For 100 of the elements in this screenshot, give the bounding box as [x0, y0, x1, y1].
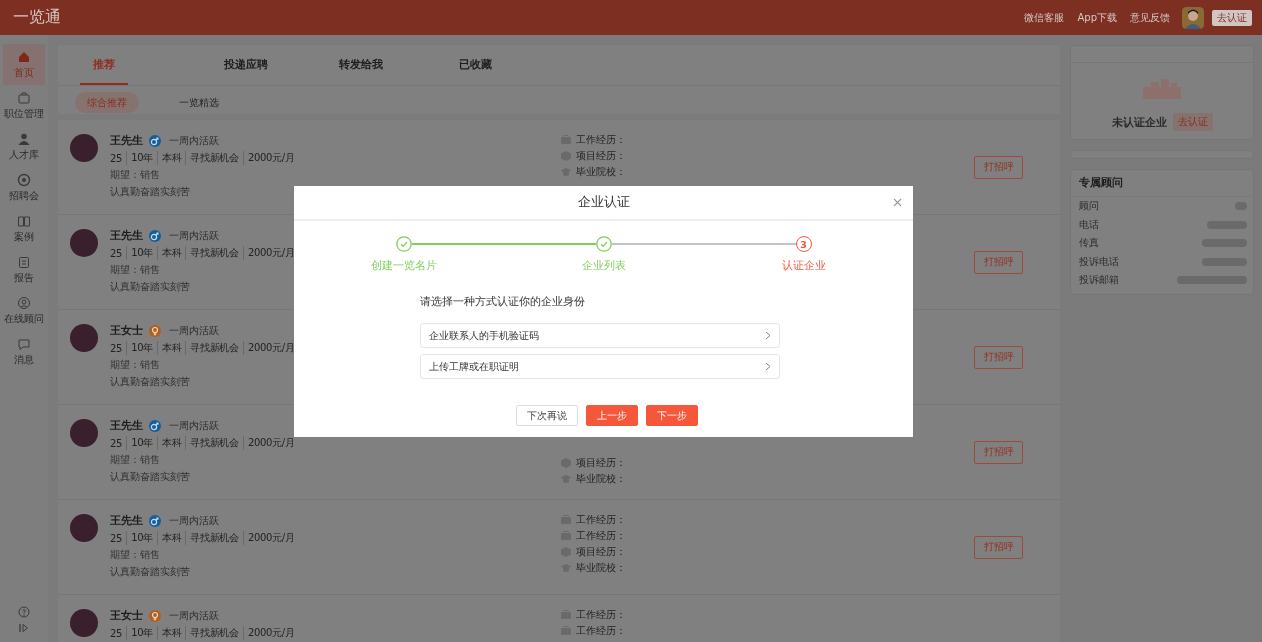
male-icon	[149, 135, 161, 147]
candidate-stat: 2000元/月	[242, 626, 295, 640]
collapse-icon[interactable]	[18, 622, 30, 634]
help-icon	[18, 606, 30, 618]
experience-label: 工作经历：	[576, 133, 626, 147]
tab[interactable]: 投递应聘	[188, 45, 303, 85]
field-label: 投诉邮箱	[1079, 273, 1119, 288]
greet-button[interactable]: 打招呼	[974, 535, 1023, 559]
chat-icon	[17, 336, 31, 351]
candidate-stat: 寻找新机会	[185, 436, 239, 450]
sidebar-item[interactable]: 人才库	[3, 126, 45, 167]
verify-button[interactable]: 去认证	[1212, 9, 1252, 26]
candidate-stat: 25	[110, 152, 123, 164]
sidebar-item[interactable]: 在线顾问	[3, 290, 45, 331]
verify-option[interactable]: 上传工牌或在职证明	[420, 354, 780, 379]
candidate-motto: 认真勤奋踏实刻苦	[110, 185, 190, 199]
candidate-name: 王先生	[110, 419, 143, 433]
sidebar-item[interactable]: 消息	[3, 331, 45, 372]
ball-icon	[17, 172, 31, 187]
avatar	[70, 609, 98, 637]
field-label: 电话	[1079, 217, 1099, 232]
candidate-stat: 2000元/月	[242, 151, 295, 165]
person-icon	[17, 131, 31, 146]
step-label: 认证企业	[781, 258, 826, 273]
sidebar-item[interactable]: 职位管理	[3, 85, 45, 126]
candidate-stat: 10年	[126, 246, 153, 260]
candidate-stat: 10年	[126, 531, 153, 545]
candidate-motto: 认真勤奋踏实刻苦	[110, 565, 190, 579]
sidebar-item[interactable]: 首页	[3, 44, 45, 85]
candidate-name: 王先生	[110, 134, 143, 148]
greet-button[interactable]: 打招呼	[974, 155, 1023, 179]
candidate-stat: 寻找新机会	[185, 626, 239, 640]
expected-job: 期望：销售	[110, 358, 160, 372]
option-label: 上传工牌或在职证明	[429, 359, 519, 374]
candidate-name: 王女士	[110, 609, 143, 623]
avatar-icon[interactable]	[1182, 6, 1204, 29]
experience-label: 项目经历：	[576, 149, 626, 163]
candidate-stat: 本科	[156, 531, 182, 545]
sidebar-item[interactable]: 报告	[3, 249, 45, 290]
candidate-stat: 10年	[126, 626, 153, 640]
candidate-stat: 10年	[126, 341, 153, 355]
candidate-stat: 25	[110, 532, 123, 544]
step-label: 企业列表	[581, 258, 626, 273]
header-link[interactable]: 意见反馈	[1130, 10, 1170, 25]
avatar	[70, 229, 98, 257]
experience-label: 项目经历：	[576, 545, 626, 559]
experience-label: 毕业院校：	[576, 165, 626, 179]
candidate-stat: 寻找新机会	[185, 531, 239, 545]
experience-label: 工作经历：	[576, 513, 626, 527]
candidate-stat: 25	[110, 627, 123, 639]
dialog-button[interactable]: 下一步	[645, 405, 698, 426]
option-label: 企业联系人的手机验证码	[429, 328, 539, 343]
candidate-stat: 本科	[156, 436, 182, 450]
dialog-button[interactable]: 下次再说	[515, 405, 578, 426]
tab[interactable]: 转发给我	[303, 45, 418, 85]
logo[interactable]: 一览通	[13, 7, 1012, 28]
tab[interactable]: 推荐	[80, 45, 128, 85]
candidate-stat: 本科	[156, 341, 182, 355]
candidate-stat: 本科	[156, 626, 182, 640]
experience-label: 项目经历：	[576, 456, 626, 470]
chevron-icon	[765, 362, 771, 371]
candidate-name: 王女士	[110, 324, 143, 338]
candidate-stat: 寻找新机会	[185, 246, 239, 260]
tab[interactable]: 已收藏	[418, 45, 533, 85]
female-icon	[149, 325, 161, 337]
field-label: 投诉电话	[1079, 254, 1119, 269]
expected-job: 期望：销售	[110, 263, 160, 277]
candidate-stat: 25	[110, 247, 123, 259]
clipboard-icon	[17, 254, 31, 269]
experience-label: 工作经历：	[576, 624, 626, 638]
filter-tab[interactable]: 综合推荐	[75, 92, 139, 113]
candidate-stat: 寻找新机会	[185, 151, 239, 165]
card-title: 专属顾问	[1071, 170, 1253, 197]
expected-job: 期望：销售	[110, 548, 160, 562]
male-icon	[149, 420, 161, 432]
experience-label: 工作经历：	[576, 529, 626, 543]
greet-button[interactable]: 打招呼	[974, 345, 1023, 369]
candidate-stat: 本科	[156, 151, 182, 165]
sidebar-item[interactable]: 案例	[3, 208, 45, 249]
verify-link[interactable]: 去认证	[1172, 113, 1213, 131]
candidate-name: 王先生	[110, 229, 143, 243]
header-link[interactable]: App下载	[1077, 10, 1117, 25]
dialog-button[interactable]: 上一步	[585, 405, 638, 426]
greet-button[interactable]: 打招呼	[974, 250, 1023, 274]
candidate-motto: 认真勤奋踏实刻苦	[110, 470, 190, 484]
male-icon	[149, 230, 161, 242]
sidebar-item[interactable]: 招聘会	[3, 167, 45, 208]
book-icon	[17, 213, 31, 228]
company-status: 未认证企业	[1111, 114, 1167, 130]
verify-option[interactable]: 企业联系人的手机验证码	[420, 323, 780, 348]
greet-button[interactable]: 打招呼	[974, 440, 1023, 464]
candidate-motto: 认真勤奋踏实刻苦	[110, 375, 190, 389]
candidate-stat: 25	[110, 342, 123, 354]
experience-label: 工作经历：	[576, 608, 626, 622]
step-label: 创建一览名片	[370, 258, 437, 273]
header-link[interactable]: 微信客服	[1024, 10, 1065, 25]
experience-label: 毕业院校：	[576, 472, 626, 486]
candidate-stat: 本科	[156, 246, 182, 260]
field-label: 顾问	[1079, 199, 1099, 214]
close-icon[interactable]	[893, 198, 902, 207]
